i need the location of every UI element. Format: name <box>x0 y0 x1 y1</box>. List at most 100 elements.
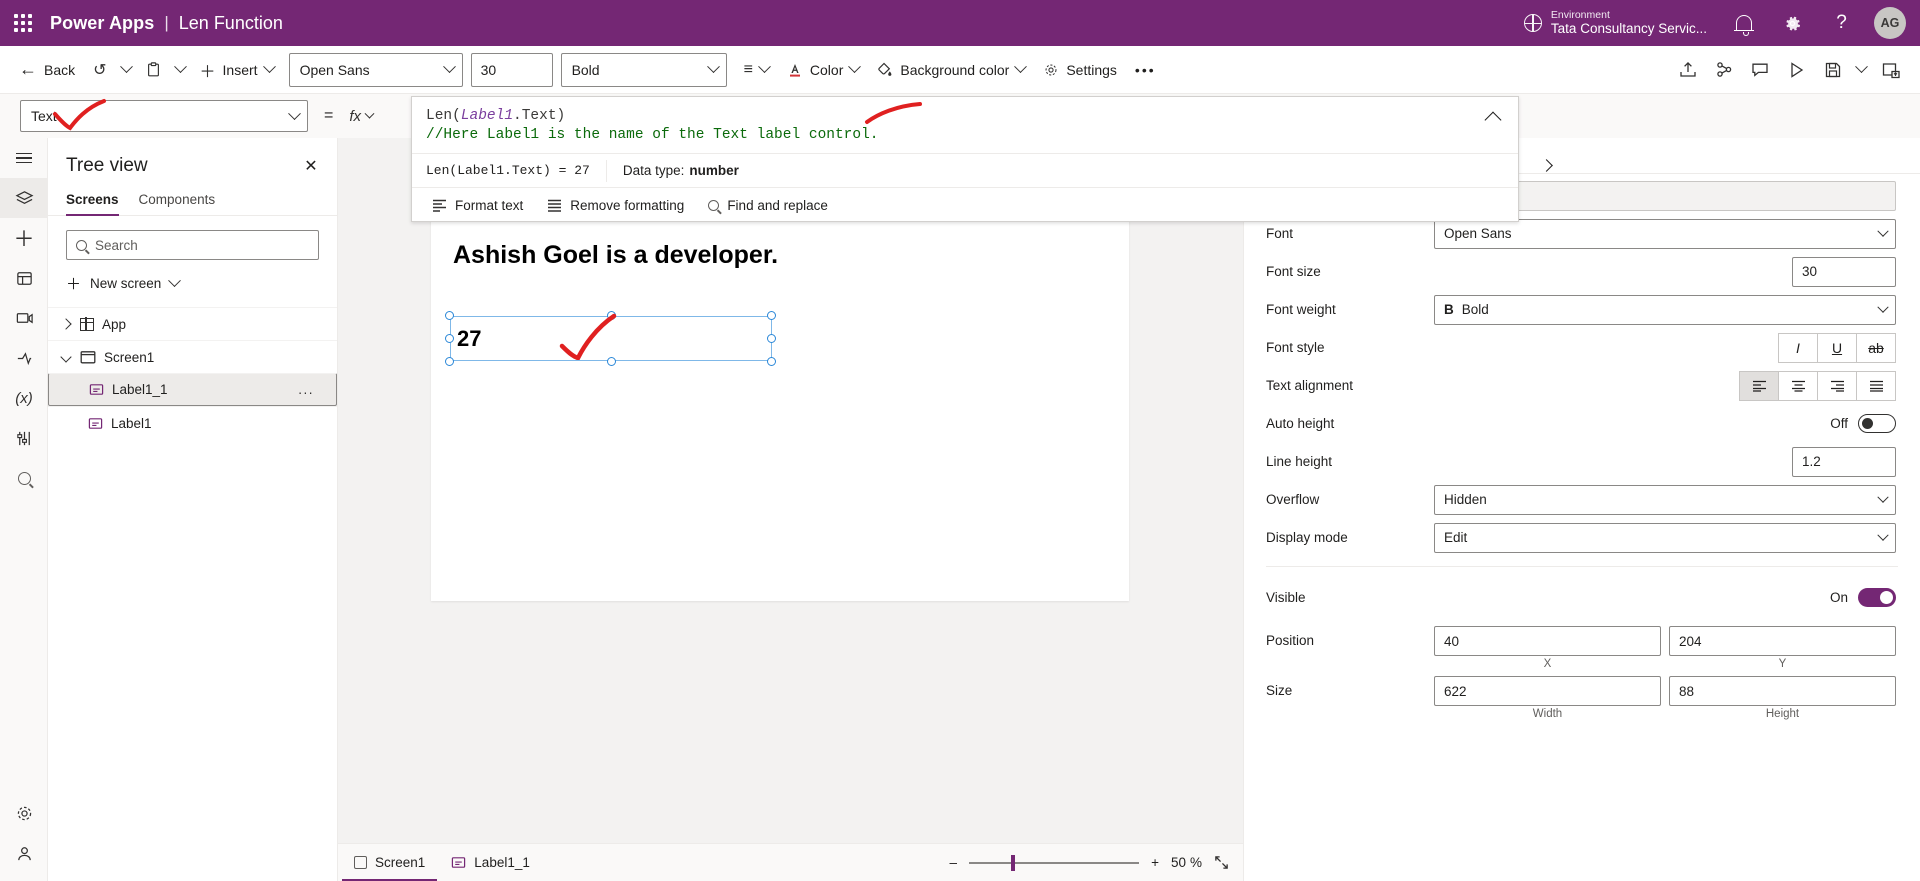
font-weight-select[interactable]: B Bold <box>1434 294 1896 325</box>
sidebar-item-search[interactable] <box>0 458 48 498</box>
align-right-icon[interactable] <box>1817 370 1857 401</box>
zoom-unit: % <box>1189 855 1202 870</box>
size-height-field[interactable]: 88 <box>1669 676 1896 706</box>
formula-editor[interactable]: Len(Label1.Text) //Here Label1 is the na… <box>411 96 1519 222</box>
label-heading[interactable]: Ashish Goel is a developer. <box>453 241 778 270</box>
undo-button[interactable]: ↺ <box>84 52 115 88</box>
zoom-slider[interactable] <box>969 854 1140 871</box>
find-and-replace-button[interactable]: Find and replace <box>698 191 838 220</box>
waffle-icon[interactable] <box>0 0 46 46</box>
position-x-field[interactable]: 40 <box>1434 626 1661 656</box>
save-button[interactable] <box>1815 52 1851 88</box>
settings-button-cmd[interactable]: Settings <box>1034 52 1126 88</box>
display-mode-select[interactable]: Edit <box>1434 522 1896 553</box>
resize-handle-top-right[interactable] <box>767 311 776 320</box>
tab-screens[interactable]: Screens <box>66 192 119 216</box>
comments-button[interactable] <box>1742 52 1778 88</box>
font-size-input[interactable]: 30 <box>470 52 553 87</box>
resize-handle-mid-right[interactable] <box>767 334 776 343</box>
property-select[interactable]: Text <box>20 100 308 132</box>
notification-bell-button[interactable] <box>1719 0 1768 46</box>
text-align-button[interactable]: ≡ <box>735 52 778 88</box>
search-input[interactable]: Search <box>66 230 319 260</box>
close-icon[interactable]: ✕ <box>299 154 323 178</box>
sidebar-item-insert[interactable]: ＋ <box>0 218 48 258</box>
avatar[interactable]: AG <box>1874 7 1906 39</box>
bell-icon <box>1733 15 1754 36</box>
sidebar-item-account[interactable] <box>0 833 48 873</box>
share-button[interactable] <box>1670 52 1706 88</box>
position-y-field[interactable]: 204 <box>1669 626 1896 656</box>
chevron-right-icon[interactable] <box>60 318 72 330</box>
property-row-text-alignment: Text alignment <box>1244 369 1920 402</box>
environment-picker[interactable]: Environment Tata Consultancy Servic... <box>1512 0 1719 46</box>
new-screen-button[interactable]: ＋ New screen <box>48 260 337 307</box>
resize-handle-bottom-center[interactable] <box>607 357 616 366</box>
italic-icon[interactable]: I <box>1778 332 1818 363</box>
paste-button[interactable] <box>137 52 170 88</box>
expand-formula-right-button[interactable] <box>1535 152 1557 178</box>
remove-formatting-button[interactable]: Remove formatting <box>537 191 694 220</box>
back-button[interactable]: ← Back <box>10 52 84 88</box>
formula-code[interactable]: Len(Label1.Text) //Here Label1 is the na… <box>412 97 1518 153</box>
size-width-field[interactable]: 622 <box>1434 676 1661 706</box>
align-center-icon[interactable] <box>1778 370 1818 401</box>
strikethrough-icon[interactable]: ab <box>1856 332 1896 363</box>
background-color-button[interactable]: Background color <box>868 52 1034 88</box>
font-color-button[interactable]: Color <box>778 52 868 88</box>
canvas-tab-label1-1[interactable]: Label1_1 <box>451 855 530 870</box>
undo-menu-button[interactable] <box>116 52 137 88</box>
publish-button[interactable] <box>1872 52 1910 88</box>
align-left-icon[interactable] <box>1739 370 1779 401</box>
resize-handle-top-left[interactable] <box>445 311 454 320</box>
tab-components[interactable]: Components <box>139 192 216 215</box>
resize-handle-mid-left[interactable] <box>445 334 454 343</box>
align-justify-icon[interactable] <box>1856 370 1896 401</box>
ellipsis-icon[interactable]: ... <box>298 382 314 397</box>
font-weight-select[interactable]: Bold <box>560 52 727 87</box>
app-checker-button[interactable] <box>1706 52 1742 88</box>
sidebar-item-menu[interactable] <box>0 138 48 178</box>
line-height-field[interactable]: 1.2 <box>1792 446 1896 477</box>
help-button[interactable]: ? <box>1817 0 1866 46</box>
sidebar-item-settings[interactable] <box>0 793 48 833</box>
font-select[interactable]: Open Sans <box>1434 218 1896 249</box>
zoom-out-button[interactable]: – <box>950 855 958 870</box>
sidebar-item-tree-view[interactable] <box>0 178 48 218</box>
resize-handle-bottom-right[interactable] <box>767 357 776 366</box>
tree-node-app[interactable]: App <box>48 307 337 340</box>
sidebar-item-tools[interactable] <box>0 418 48 458</box>
fx-button[interactable]: fx <box>349 108 375 125</box>
tree-node-label: Label1 <box>111 415 152 431</box>
zoom-in-button[interactable]: + <box>1151 855 1159 870</box>
font-size-field[interactable]: 30 <box>1792 256 1896 287</box>
save-menu-button[interactable] <box>1851 52 1872 88</box>
app-screen[interactable]: Ashish Goel is a developer. 27 <box>431 219 1129 601</box>
tree-node-label1[interactable]: Label1 <box>48 406 337 439</box>
overflow-menu-button[interactable]: ••• <box>1126 52 1165 88</box>
sidebar-item-variables[interactable]: (x) <box>0 378 48 418</box>
visible-toggle[interactable] <box>1858 588 1896 607</box>
tree-node-label1-1[interactable]: Label1_1 ... <box>48 373 337 406</box>
chevron-down-icon[interactable] <box>60 351 72 363</box>
auto-height-toggle[interactable] <box>1858 414 1896 433</box>
sidebar-item-media[interactable] <box>0 298 48 338</box>
canvas-area[interactable]: Ashish Goel is a developer. 27 <box>338 138 1243 843</box>
preview-button[interactable] <box>1778 52 1815 88</box>
resize-handle-bottom-left[interactable] <box>445 357 454 366</box>
overflow-select[interactable]: Hidden <box>1434 484 1896 515</box>
format-text-button[interactable]: Format text <box>422 191 533 220</box>
paste-menu-button[interactable] <box>170 52 191 88</box>
insert-button[interactable]: ＋ Insert <box>191 52 283 88</box>
tree-node-screen1[interactable]: Screen1 <box>48 340 337 373</box>
fit-screen-icon[interactable] <box>1214 855 1229 870</box>
resize-handle-top-center[interactable] <box>607 311 616 320</box>
canvas-tab-screen1[interactable]: Screen1 <box>341 855 438 881</box>
settings-button[interactable] <box>1768 0 1817 46</box>
sidebar-item-data[interactable] <box>0 258 48 298</box>
collapse-formula-button[interactable] <box>1478 105 1508 135</box>
sidebar-item-power-automate[interactable] <box>0 338 48 378</box>
underline-icon[interactable]: U <box>1817 332 1857 363</box>
font-family-select[interactable]: Open Sans <box>288 52 463 87</box>
label-selected[interactable]: 27 <box>450 316 772 361</box>
